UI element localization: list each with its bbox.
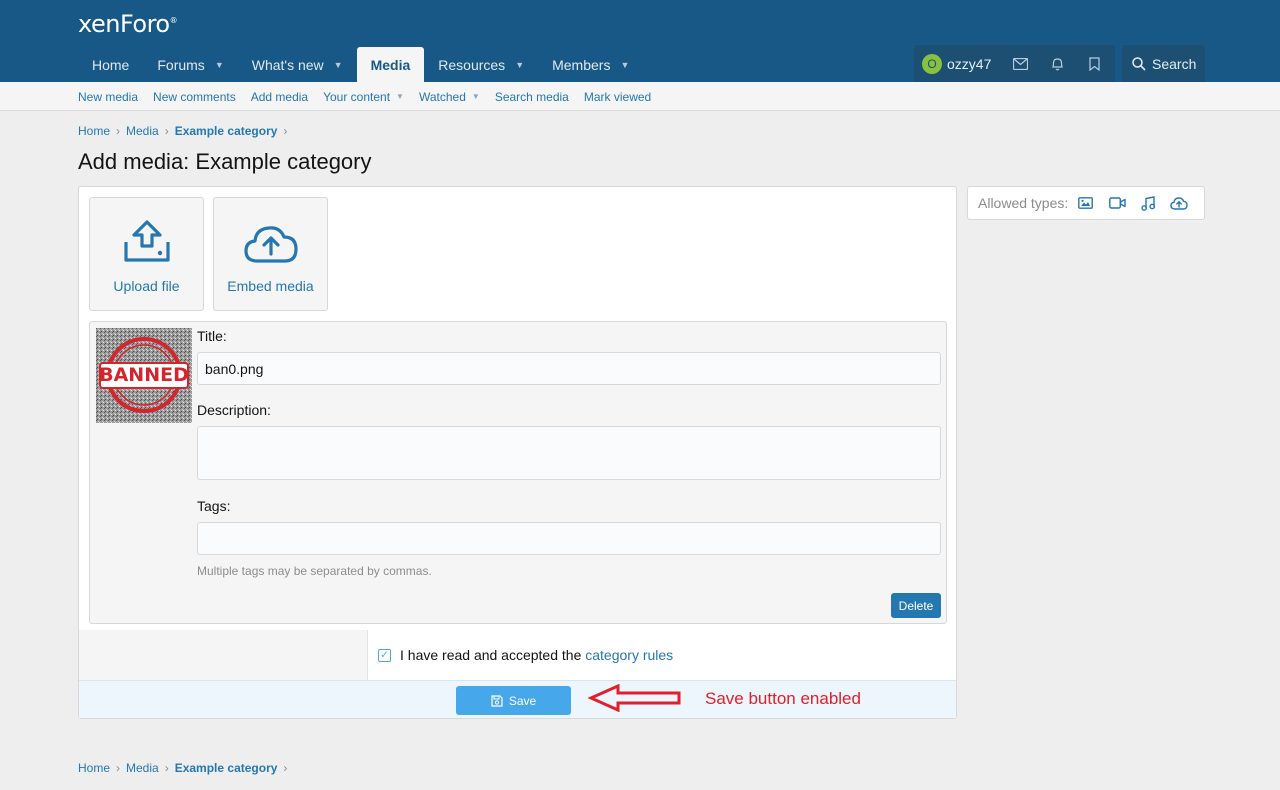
- annotation-arrow-icon: [588, 684, 681, 712]
- title-input[interactable]: ban0.png: [197, 352, 941, 385]
- save-button[interactable]: Save: [456, 686, 571, 715]
- image-icon: [1078, 197, 1094, 209]
- chevron-right-icon: ›: [164, 761, 169, 775]
- chevron-down-icon[interactable]: ▼: [515, 60, 524, 70]
- chevron-right-icon: ›: [283, 124, 288, 138]
- allowed-types-label: Allowed types:: [978, 195, 1069, 211]
- subnav-mark-viewed[interactable]: Mark viewed: [584, 90, 651, 104]
- annotation-text: Save button enabled: [705, 689, 861, 708]
- breadcrumb: Home › Media › Example category ›: [78, 124, 293, 138]
- envelope-icon[interactable]: [1013, 57, 1029, 70]
- breadcrumb-home[interactable]: Home: [78, 124, 110, 138]
- chevron-right-icon: ›: [116, 761, 121, 775]
- upload-icon: [123, 220, 170, 262]
- save-icon: [491, 694, 503, 707]
- breadcrumb-category[interactable]: Example category: [175, 124, 278, 138]
- media-thumbnail[interactable]: BANNED: [96, 328, 192, 423]
- media-item-editor: BANNED Title: ban0.png Description: Tags…: [89, 321, 947, 624]
- cloud-upload-icon: [243, 226, 298, 263]
- subnav-watched[interactable]: Watched ▼: [419, 90, 480, 104]
- chevron-down-icon[interactable]: ▼: [396, 92, 404, 101]
- nav-home[interactable]: Home: [78, 47, 143, 82]
- page-title: Add media: Example category: [78, 149, 372, 174]
- chevron-down-icon[interactable]: ▼: [472, 92, 480, 101]
- cloud-upload-icon: [1170, 196, 1188, 210]
- accept-rules-label[interactable]: I have read and accepted the category ru…: [400, 647, 673, 663]
- subnav-search-media[interactable]: Search media: [495, 90, 569, 104]
- category-rules-link[interactable]: category rules: [585, 647, 673, 663]
- search-button[interactable]: Search: [1122, 45, 1205, 82]
- upload-file-button[interactable]: Upload file: [89, 197, 204, 311]
- nav-members[interactable]: Members ▼: [538, 47, 643, 82]
- rules-row: ✓ I have read and accepted the category …: [79, 630, 956, 680]
- tags-label: Tags:: [197, 498, 231, 514]
- breadcrumb-home[interactable]: Home: [78, 761, 110, 775]
- accept-rules-checkbox[interactable]: ✓: [378, 649, 391, 662]
- bell-icon[interactable]: [1051, 57, 1064, 71]
- subnav-add-media[interactable]: Add media: [251, 90, 308, 104]
- user-nav: O ozzy47: [914, 45, 1115, 82]
- breadcrumb-bottom: Home › Media › Example category ›: [78, 761, 293, 775]
- chevron-down-icon[interactable]: ▼: [620, 60, 629, 70]
- embed-media-button[interactable]: Embed media: [213, 197, 328, 311]
- description-textarea[interactable]: [197, 426, 941, 480]
- audio-icon: [1141, 195, 1156, 211]
- site-logo[interactable]: xenForo®: [78, 10, 178, 38]
- description-label: Description:: [197, 402, 271, 418]
- nav-resources[interactable]: Resources ▼: [424, 47, 538, 82]
- video-icon: [1109, 197, 1126, 209]
- subnav-new-media[interactable]: New media: [78, 90, 138, 104]
- avatar[interactable]: O: [922, 53, 942, 74]
- nav-media[interactable]: Media: [356, 47, 425, 82]
- chevron-right-icon: ›: [116, 124, 121, 138]
- bookmark-icon[interactable]: [1089, 56, 1100, 71]
- allowed-types-panel: Allowed types:: [967, 186, 1205, 220]
- username[interactable]: ozzy47: [947, 56, 991, 72]
- tags-hint: Multiple tags may be separated by commas…: [197, 564, 432, 578]
- nav-whats-new[interactable]: What's new ▼: [238, 47, 357, 82]
- breadcrumb-category[interactable]: Example category: [175, 761, 278, 775]
- chevron-right-icon: ›: [164, 124, 169, 138]
- subnav-new-comments[interactable]: New comments: [153, 90, 236, 104]
- tags-input[interactable]: [197, 522, 941, 555]
- rules-row-label-area: [79, 630, 368, 680]
- chevron-right-icon: ›: [283, 761, 288, 775]
- nav-forums[interactable]: Forums ▼: [143, 47, 237, 82]
- chevron-down-icon[interactable]: ▼: [334, 60, 343, 70]
- banned-stamp-text: BANNED: [99, 364, 189, 386]
- delete-button[interactable]: Delete: [891, 593, 941, 618]
- main-nav: Home Forums ▼ What's new ▼ Media Resources…: [78, 47, 643, 82]
- title-label: Title:: [197, 328, 227, 344]
- sub-nav: New media New comments Add media Your co…: [0, 82, 1280, 111]
- add-media-form: Upload file Embed media BANNED Title: ba…: [78, 186, 957, 719]
- breadcrumb-media[interactable]: Media: [126, 761, 159, 775]
- chevron-down-icon[interactable]: ▼: [215, 60, 224, 70]
- search-icon: [1132, 56, 1146, 71]
- subnav-your-content[interactable]: Your content ▼: [323, 90, 404, 104]
- breadcrumb-media[interactable]: Media: [126, 124, 159, 138]
- site-header: xenForo® Home Forums ▼ What's new ▼ Media …: [0, 0, 1280, 82]
